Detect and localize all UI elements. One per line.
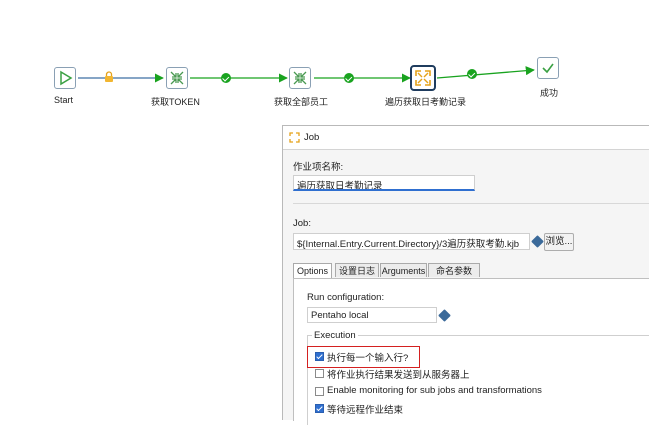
remote-slave-checkbox[interactable] (315, 369, 324, 378)
wait-remote-checkbox[interactable] (315, 404, 324, 413)
run-config-value: Pentaho local (311, 310, 369, 321)
attendance-node[interactable] (410, 65, 436, 91)
tab-arguments[interactable]: Arguments (380, 263, 427, 277)
variable-icon[interactable] (438, 309, 451, 322)
transformation-icon (170, 71, 184, 85)
node-label-staff: 获取全部员工 (274, 97, 329, 107)
start-node[interactable] (54, 67, 76, 89)
jobentry-name-value: 遍历获取日考勤记录 (297, 181, 383, 191)
options-panel: Run configuration: Pentaho local Executi… (293, 278, 649, 425)
node-label-token: 获取TOKEN (151, 97, 200, 107)
success-node[interactable] (537, 57, 559, 79)
variable-icon[interactable] (531, 235, 544, 248)
job-icon (415, 70, 431, 86)
job-path-field[interactable]: ${Internal.Entry.Current.Directory}/3遍历获… (293, 233, 530, 250)
tab-options[interactable]: Options (293, 263, 332, 278)
job-path-value: ${Internal.Entry.Current.Directory}/3遍历获… (297, 239, 520, 250)
dialog-titlebar[interactable]: Job (283, 126, 649, 150)
execution-group: Execution 执行每一个输入行? 将作业执行结果发送到从服务器上 Enab… (307, 330, 649, 425)
tab-logging[interactable]: 设置日志 (335, 263, 379, 277)
execution-group-label: Execution (312, 330, 358, 341)
job-label: Job: (293, 218, 311, 229)
enable-monitoring-checkbox[interactable] (315, 387, 324, 396)
hop-ok-icon (467, 69, 477, 79)
jobentry-name-label: 作业项名称: (293, 162, 344, 173)
job-icon (289, 132, 300, 143)
separator (293, 203, 649, 204)
start-play-icon (60, 70, 73, 86)
tab-named-parameters[interactable]: 命名参数 (428, 263, 480, 277)
transformation-icon (293, 71, 307, 85)
staff-node[interactable] (289, 67, 311, 89)
lock-icon (105, 71, 113, 82)
run-config-select[interactable]: Pentaho local (307, 307, 437, 323)
hop-ok-icon (344, 73, 354, 83)
jobentry-name-field[interactable]: 遍历获取日考勤记录 (293, 175, 475, 191)
remote-slave-label: 将作业执行结果发送到从服务器上 (327, 370, 470, 381)
execute-every-row-label: 执行每一个输入行? (327, 353, 409, 364)
success-check-icon (542, 63, 554, 74)
browse-button[interactable]: 浏览... (544, 233, 574, 251)
node-label-success: 成功 (540, 88, 559, 98)
token-node[interactable] (166, 67, 188, 89)
hop-ok-icon (221, 73, 231, 83)
execute-every-row-checkbox[interactable] (315, 352, 324, 361)
wait-remote-label: 等待远程作业结束 (327, 405, 404, 416)
tab-bar: Options 设置日志 Arguments 命名参数 (293, 263, 649, 278)
dialog-title: Job (304, 132, 320, 143)
enable-monitoring-label: Enable monitoring for sub jobs and trans… (327, 385, 542, 396)
run-config-label: Run configuration: (307, 292, 385, 303)
job-dialog: Job 作业项名称: 遍历获取日考勤记录 Job: ${Internal.Ent… (282, 125, 649, 425)
node-label-attendance: 遍历获取日考勤记录 (385, 97, 467, 107)
node-label-start: Start (54, 95, 74, 105)
